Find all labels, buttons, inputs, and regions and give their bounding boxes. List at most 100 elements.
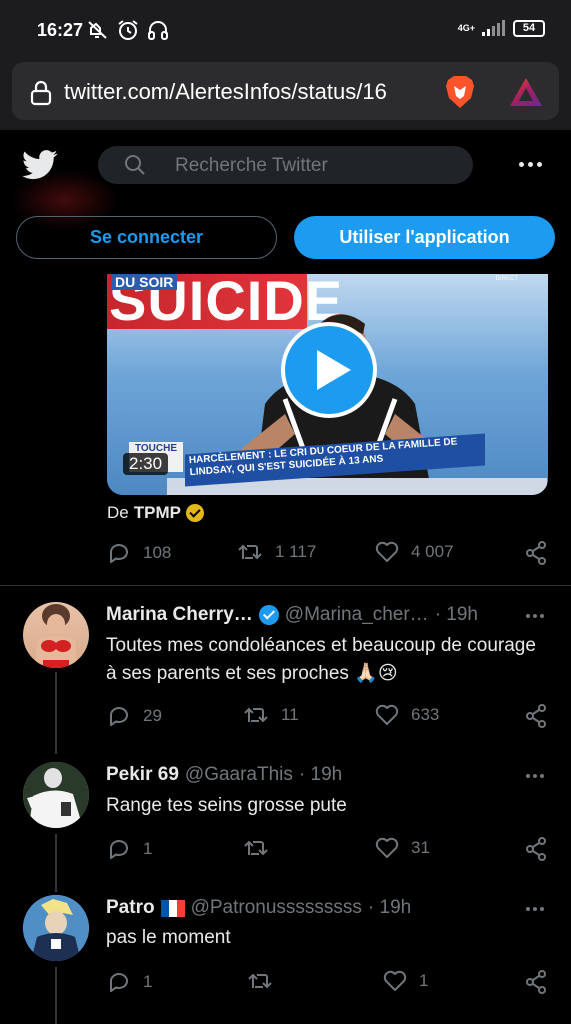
- battery-icon: 54: [513, 19, 545, 37]
- headset-icon: [148, 21, 168, 40]
- reply-count: 108: [143, 543, 172, 562]
- avatar[interactable]: [23, 895, 89, 961]
- thread-line: [55, 834, 57, 892]
- reply-text: Toutes mes condoléances et beaucoup de c…: [106, 635, 536, 684]
- reply-time[interactable]: · 19h: [299, 764, 342, 786]
- more-options-icon[interactable]: [519, 162, 542, 167]
- reply-actions: 1 1: [107, 970, 547, 996]
- brave-rewards-icon[interactable]: [508, 76, 544, 108]
- play-button-icon[interactable]: [281, 322, 377, 418]
- share-icon[interactable]: [525, 704, 547, 728]
- source-prefix: De: [107, 503, 129, 522]
- signal-icon: [482, 20, 505, 36]
- reply-text: pas le moment: [106, 927, 231, 948]
- reply-text: Range tes seins grosse pute: [106, 795, 347, 816]
- like-button[interactable]: 31: [375, 837, 430, 859]
- search-icon: [125, 155, 145, 175]
- reply-button[interactable]: 29: [107, 704, 162, 728]
- reply-time[interactable]: · 19h: [435, 604, 478, 626]
- retweet-icon: [238, 544, 262, 560]
- like-button[interactable]: 633: [375, 704, 439, 726]
- like-button[interactable]: 1: [383, 970, 428, 992]
- reply-button[interactable]: 108: [107, 541, 171, 565]
- retweet-count: 11: [281, 705, 299, 724]
- heart-icon: [375, 704, 399, 725]
- url-text[interactable]: twitter.com/AlertesInfos/status/16: [64, 79, 440, 105]
- share-icon[interactable]: [525, 970, 547, 994]
- network-type: 4G+: [457, 22, 475, 33]
- share-icon[interactable]: [525, 837, 547, 861]
- status-bar: 16:27 4G+ 54: [0, 0, 571, 58]
- more-options-icon[interactable]: [526, 774, 544, 778]
- video-player[interactable]: SUICIDE DU SOIR DIRECT HARCÈLEMENT : LE …: [107, 274, 548, 495]
- alarm-icon: [118, 20, 138, 40]
- reply-time[interactable]: · 19h: [368, 897, 411, 919]
- like-count: 4 007: [411, 542, 454, 561]
- france-flag-icon: [160, 899, 185, 917]
- reply-icon: [110, 840, 128, 859]
- status-icons-right: 4G+ 54: [458, 19, 545, 37]
- verified-badge-icon: [258, 605, 279, 625]
- reply-button[interactable]: 1: [107, 970, 152, 994]
- reply-count: 1: [143, 839, 153, 858]
- twitter-logo-icon[interactable]: [22, 150, 58, 180]
- login-button[interactable]: Se connecter: [16, 216, 277, 259]
- more-options-icon[interactable]: [526, 614, 544, 618]
- lock-icon[interactable]: [30, 80, 52, 106]
- browser-toolbar: twitter.com/AlertesInfos/status/16: [0, 58, 571, 130]
- share-icon[interactable]: [525, 541, 547, 565]
- video-live-label: DIRECT: [495, 276, 518, 282]
- reply-icon: [110, 544, 128, 563]
- reply-header: Pekir 69 @GaaraThis · 19h: [106, 764, 342, 786]
- search-placeholder: Recherche Twitter: [175, 155, 328, 176]
- retweet-button[interactable]: [243, 837, 281, 859]
- like-button[interactable]: 4 007: [375, 541, 454, 563]
- reply-actions: 29 11 633: [107, 704, 547, 730]
- retweet-count: 1 117: [275, 542, 317, 561]
- tweet-actions: 108 1 117 4 007: [107, 541, 547, 567]
- reply-icon: [110, 707, 128, 726]
- twitter-header: Recherche Twitter Se connecter Utiliser …: [0, 130, 571, 280]
- reply-actions: 1 31: [107, 837, 547, 863]
- reply-header: Marina Cherry… @Marina_cher… · 19h: [106, 604, 478, 626]
- retweet-button[interactable]: 11: [243, 704, 299, 726]
- author-name[interactable]: Patro: [106, 897, 155, 919]
- heart-icon: [383, 970, 407, 991]
- avatar[interactable]: [23, 762, 89, 828]
- retweet-icon: [244, 707, 268, 723]
- author-handle[interactable]: @Patronusssssssss: [191, 897, 362, 919]
- heart-icon: [375, 837, 399, 858]
- retweet-icon: [248, 973, 272, 989]
- reply-count: 1: [143, 972, 153, 991]
- reply-header: Patro @Patronusssssssss · 19h: [106, 897, 411, 919]
- reply-icon: [110, 973, 128, 992]
- heart-icon: [375, 541, 399, 562]
- reply-count: 29: [143, 706, 162, 725]
- retweet-button[interactable]: 1 117: [237, 541, 316, 563]
- thread-line: [55, 672, 57, 754]
- thread-line: [55, 967, 57, 1024]
- like-count: 31: [411, 838, 430, 857]
- search-input[interactable]: Recherche Twitter: [98, 146, 473, 184]
- avatar[interactable]: [23, 602, 89, 668]
- divider: [0, 585, 571, 586]
- like-count: 633: [411, 705, 440, 724]
- use-app-button[interactable]: Utiliser l'application: [294, 216, 555, 259]
- author-name[interactable]: Marina Cherry…: [106, 604, 253, 626]
- source-name[interactable]: TPMP: [134, 503, 181, 523]
- verified-org-badge-icon: [185, 504, 204, 522]
- url-bar[interactable]: twitter.com/AlertesInfos/status/16: [12, 62, 559, 120]
- author-handle[interactable]: @GaaraThis: [185, 764, 293, 786]
- brave-shield-icon[interactable]: [444, 74, 476, 110]
- author-name[interactable]: Pekir 69: [106, 764, 179, 786]
- status-icons-left: [86, 19, 170, 41]
- video-source: De TPMP: [107, 503, 204, 523]
- reply-button[interactable]: 1: [107, 837, 152, 861]
- more-options-icon[interactable]: [526, 907, 544, 911]
- retweet-button[interactable]: [247, 970, 285, 992]
- retweet-icon: [244, 840, 268, 856]
- video-subtitle: DU SOIR: [111, 274, 178, 290]
- author-handle[interactable]: @Marina_cher…: [285, 604, 429, 626]
- video-duration: 2:30: [123, 453, 169, 475]
- mute-icon: [88, 21, 107, 39]
